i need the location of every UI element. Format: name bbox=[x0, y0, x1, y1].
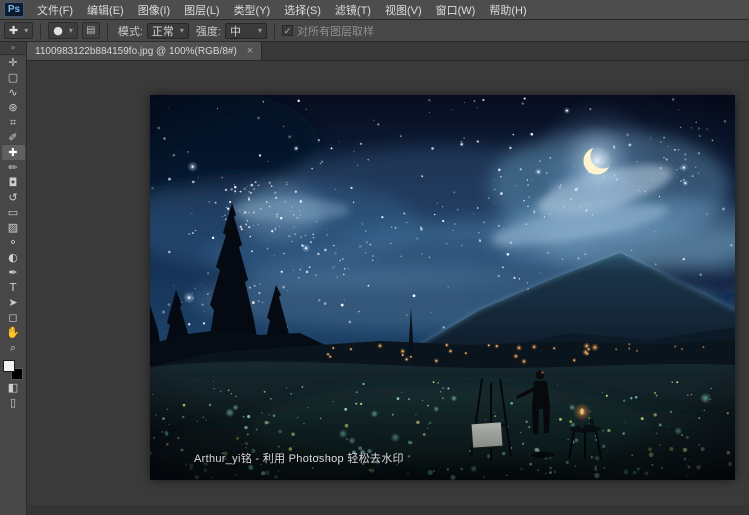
history-brush-tool-icon: ↺ bbox=[8, 191, 18, 204]
brush-tool[interactable]: ✏ bbox=[2, 160, 25, 175]
marquee-tool-icon: ▢ bbox=[7, 71, 19, 84]
history-brush-tool[interactable]: ↺ bbox=[2, 190, 25, 205]
document-canvas[interactable]: Arthur_yi铭 - 利用 Photoshop 轻松去水印 bbox=[150, 95, 735, 480]
mode-value: 正常 bbox=[151, 25, 174, 38]
brush-tool-icon: ✏ bbox=[8, 161, 18, 174]
color-swatches[interactable] bbox=[3, 360, 23, 380]
menu-image[interactable]: 图像(I) bbox=[131, 0, 177, 20]
window-bottom-edge bbox=[27, 505, 749, 515]
separator bbox=[273, 22, 275, 39]
strength-value: 中 bbox=[229, 25, 241, 38]
lasso-tool[interactable]: ∿ bbox=[2, 85, 25, 100]
separator bbox=[106, 22, 108, 39]
chevron-down-icon: ▾ bbox=[24, 26, 29, 35]
eraser-tool-icon: ▭ bbox=[7, 206, 19, 219]
move-tool-icon: ✛ bbox=[8, 56, 18, 69]
blur-tool-icon: ⚬ bbox=[8, 236, 18, 249]
starry-night-image bbox=[150, 95, 735, 480]
screen-mode-icon: ▯ bbox=[9, 396, 17, 409]
foreground-color-swatch[interactable] bbox=[3, 360, 15, 372]
menu-type[interactable]: 类型(Y) bbox=[227, 0, 278, 20]
quick-selection-tool-icon: ⊛ bbox=[8, 101, 18, 114]
rectangle-tool[interactable]: ◻ bbox=[2, 310, 25, 325]
chevron-down-icon: ▾ bbox=[179, 26, 184, 35]
document-tab-title: 1100983122b884159fo.jpg @ 100%(RGB/8#) bbox=[35, 45, 237, 57]
menu-help[interactable]: 帮助(H) bbox=[482, 0, 533, 20]
mode-label: 模式: bbox=[117, 25, 143, 38]
dodge-tool[interactable]: ◐ bbox=[2, 250, 25, 265]
close-tab-icon[interactable]: × bbox=[247, 46, 253, 57]
strength-dropdown[interactable]: 中 ▾ bbox=[224, 22, 267, 39]
type-tool[interactable]: T bbox=[2, 280, 25, 295]
pen-tool-icon: ✒ bbox=[8, 266, 18, 279]
crop-tool-icon: ⌗ bbox=[9, 115, 17, 129]
eraser-tool[interactable]: ▭ bbox=[2, 205, 25, 220]
eyedropper-tool-icon: ✐ bbox=[8, 131, 18, 144]
brush-tip-icon: ● bbox=[53, 24, 63, 37]
strength-label: 强度: bbox=[195, 25, 221, 38]
tool-preset-picker[interactable]: ✚ ▾ bbox=[4, 22, 34, 39]
options-bar: ✚ ▾ ● ▾ ▤ 模式: 正常 ▾ 强度: 中 ▾ ✓ 对所有图层取样 bbox=[0, 20, 749, 42]
separator bbox=[40, 22, 42, 39]
collapse-tools-button[interactable]: » bbox=[0, 42, 26, 55]
document-tab-bar: 1100983122b884159fo.jpg @ 100%(RGB/8#) × bbox=[27, 42, 749, 61]
mode-dropdown[interactable]: 正常 ▾ bbox=[146, 22, 189, 39]
bottom-shadow bbox=[150, 395, 735, 480]
quick-selection-tool[interactable]: ⊛ bbox=[2, 100, 25, 115]
zoom-tool[interactable]: ⌕ bbox=[2, 340, 25, 355]
sample-all-layers-checkbox[interactable]: ✓ 对所有图层取样 bbox=[281, 23, 374, 39]
chevron-down-icon: ▾ bbox=[68, 26, 73, 35]
document-area: 1100983122b884159fo.jpg @ 100%(RGB/8#) × bbox=[27, 42, 749, 515]
watermark-text: Arthur_yi铭 - 利用 Photoshop 轻松去水印 bbox=[194, 453, 404, 465]
quick-mask-button[interactable]: ◧ bbox=[2, 380, 25, 395]
clone-stamp-tool[interactable]: ◘ bbox=[2, 175, 25, 190]
hand-tool-icon: ✋ bbox=[6, 326, 20, 339]
brush-size-picker[interactable]: ● ▾ bbox=[48, 22, 78, 39]
menu-filter[interactable]: 滤镜(T) bbox=[328, 0, 378, 20]
menu-edit[interactable]: 编辑(E) bbox=[80, 0, 131, 20]
path-selection-tool-icon: ➤ bbox=[8, 296, 18, 309]
checkmark-icon: ✓ bbox=[281, 25, 293, 36]
menu-file[interactable]: 文件(F) bbox=[30, 0, 80, 20]
dodge-tool-icon: ◐ bbox=[8, 251, 18, 264]
blur-tool[interactable]: ⚬ bbox=[2, 235, 25, 250]
menu-bar: Ps 文件(F) 编辑(E) 图像(I) 图层(L) 类型(Y) 选择(S) 滤镜(T) 视图… bbox=[0, 0, 749, 20]
move-tool[interactable]: ✛ bbox=[2, 55, 25, 70]
crop-tool[interactable]: ⌗ bbox=[2, 115, 25, 130]
menu-layer[interactable]: 图层(L) bbox=[177, 0, 226, 20]
path-selection-tool[interactable]: ➤ bbox=[2, 295, 25, 310]
lasso-tool-icon: ∿ bbox=[8, 86, 18, 99]
type-tool-icon: T bbox=[9, 281, 17, 294]
current-tool-icon: ✚ bbox=[9, 24, 19, 37]
eyedropper-tool[interactable]: ✐ bbox=[2, 130, 25, 145]
canvas-pasteboard[interactable]: Arthur_yi铭 - 利用 Photoshop 轻松去水印 bbox=[27, 61, 749, 515]
spot-healing-brush-tool[interactable]: ✚ bbox=[1, 145, 25, 160]
hand-tool[interactable]: ✋ bbox=[2, 325, 25, 340]
photoshop-window: Ps 文件(F) 编辑(E) 图像(I) 图层(L) 类型(Y) 选择(S) 滤镜(T) 视图… bbox=[0, 0, 749, 515]
photoshop-logo: Ps bbox=[4, 2, 24, 17]
tool-buttons: ✛ ▢ ∿ ⊛ ⌗ ✐ ✚ ✏ ◘ ↺ ▭ ▨ ⚬ ◐ ✒ T ➤ ◻ ✋ ⌕ bbox=[1, 55, 25, 355]
menu-items: 文件(F) 编辑(E) 图像(I) 图层(L) 类型(Y) 选择(S) 滤镜(T) 视图(V)… bbox=[30, 0, 534, 20]
sample-all-layers-label: 对所有图层取样 bbox=[296, 25, 374, 38]
gradient-tool-icon: ▨ bbox=[7, 221, 19, 234]
menu-view[interactable]: 视图(V) bbox=[378, 0, 429, 20]
toggle-brush-panel-button[interactable]: ▤ bbox=[81, 22, 100, 39]
chevron-down-icon: ▾ bbox=[257, 26, 262, 35]
rectangle-tool-icon: ◻ bbox=[8, 311, 18, 324]
document-tab[interactable]: 1100983122b884159fo.jpg @ 100%(RGB/8#) × bbox=[27, 42, 263, 60]
clone-stamp-tool-icon: ◘ bbox=[8, 176, 18, 189]
menu-window[interactable]: 窗口(W) bbox=[429, 0, 483, 20]
menu-select[interactable]: 选择(S) bbox=[277, 0, 328, 20]
screen-mode-button[interactable]: ▯ bbox=[2, 395, 25, 410]
marquee-tool[interactable]: ▢ bbox=[2, 70, 25, 85]
quick-mask-icon: ◧ bbox=[7, 381, 19, 394]
gradient-tool[interactable]: ▨ bbox=[2, 220, 25, 235]
spot-healing-brush-tool-icon: ✚ bbox=[8, 146, 18, 159]
zoom-tool-icon: ⌕ bbox=[9, 340, 17, 354]
tools-panel: » ✛ ▢ ∿ ⊛ ⌗ ✐ ✚ ✏ ◘ ↺ ▭ ▨ ⚬ ◐ ✒ T ➤ ◻ ✋ ⌕ ◧ ▯ bbox=[0, 42, 27, 515]
pen-tool[interactable]: ✒ bbox=[2, 265, 25, 280]
